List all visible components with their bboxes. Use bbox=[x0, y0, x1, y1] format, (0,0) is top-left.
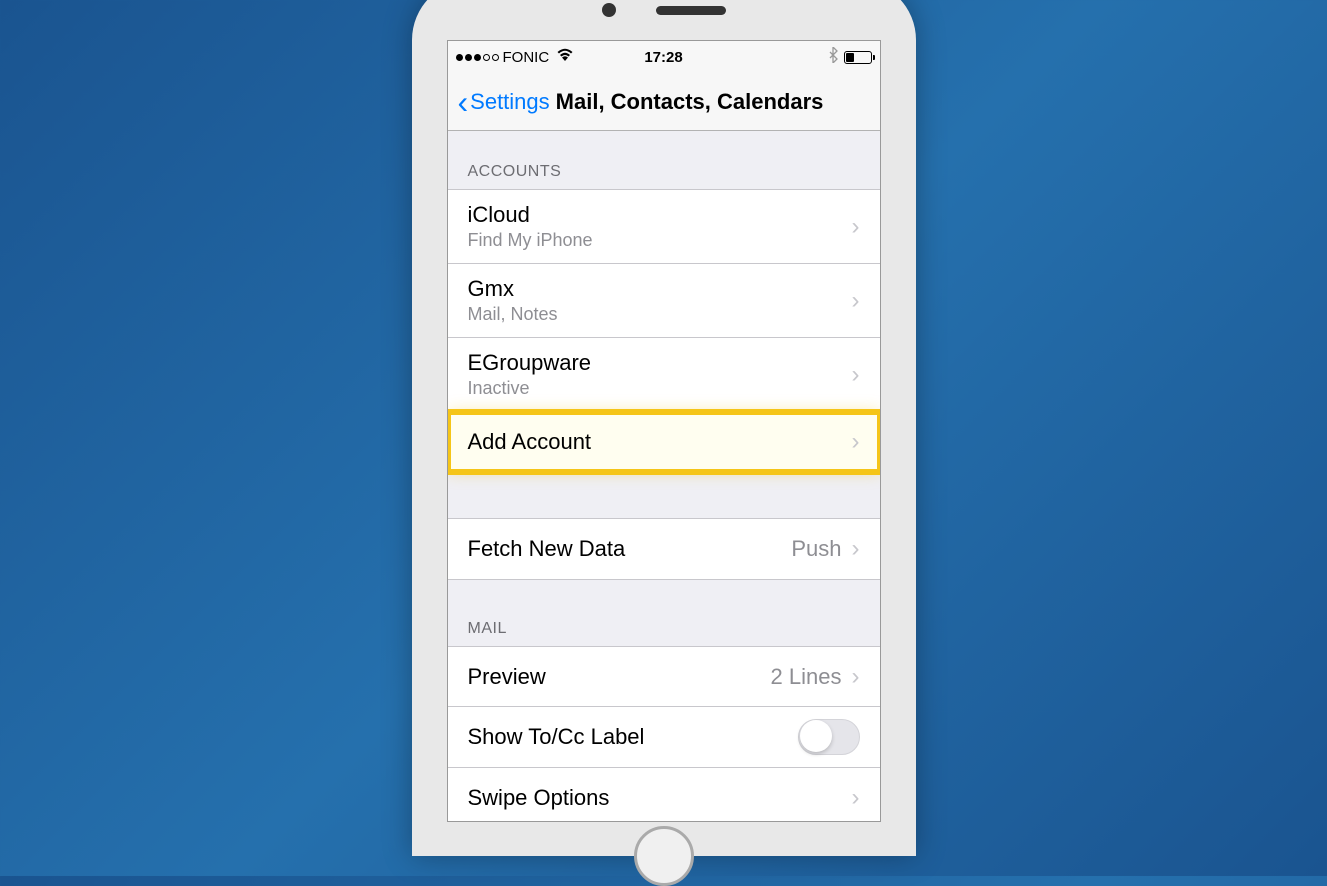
account-title: Gmx bbox=[468, 276, 558, 302]
status-bar-time: 17:28 bbox=[644, 49, 682, 66]
navigation-bar: ‹ Settings Mail, Contacts, Calendars bbox=[448, 73, 880, 131]
account-item-egroupware[interactable]: EGroupware Inactive › bbox=[448, 338, 880, 412]
account-title: EGroupware bbox=[468, 350, 592, 376]
accounts-section-header: ACCOUNTS bbox=[448, 131, 880, 189]
chevron-right-icon: › bbox=[852, 428, 860, 456]
back-label: Settings bbox=[470, 89, 550, 115]
accounts-list: iCloud Find My iPhone › Gmx Mail, Notes … bbox=[448, 189, 880, 473]
account-subtitle: Inactive bbox=[468, 378, 592, 399]
fetch-value: Push bbox=[791, 536, 841, 562]
account-subtitle: Mail, Notes bbox=[468, 304, 558, 325]
camera-dot bbox=[602, 3, 616, 17]
mail-settings-list: Preview 2 Lines › Show To/Cc Label Swipe… bbox=[448, 646, 880, 821]
bluetooth-icon bbox=[828, 47, 838, 67]
swipe-options-item[interactable]: Swipe Options › bbox=[448, 768, 880, 821]
fetch-new-data-item[interactable]: Fetch New Data Push › bbox=[448, 519, 880, 579]
preview-label: Preview bbox=[468, 664, 546, 690]
chevron-right-icon: › bbox=[852, 213, 860, 241]
chevron-right-icon: › bbox=[852, 784, 860, 812]
account-title: iCloud bbox=[468, 202, 593, 228]
carrier-label: FONIC bbox=[503, 49, 550, 66]
speaker-grille bbox=[656, 6, 726, 15]
status-bar-left: FONIC bbox=[456, 48, 575, 67]
phone-frame: FONIC 17:28 ‹ Settings Mail, Contac bbox=[412, 0, 916, 856]
toggle-knob bbox=[800, 720, 832, 752]
swipe-options-label: Swipe Options bbox=[468, 785, 610, 811]
add-account-label: Add Account bbox=[468, 429, 592, 455]
home-button[interactable] bbox=[634, 826, 694, 886]
show-to-cc-item[interactable]: Show To/Cc Label bbox=[448, 707, 880, 768]
status-bar-right bbox=[828, 47, 872, 67]
show-to-cc-toggle[interactable] bbox=[798, 719, 860, 755]
chevron-right-icon: › bbox=[852, 535, 860, 563]
account-item-gmx[interactable]: Gmx Mail, Notes › bbox=[448, 264, 880, 338]
chevron-right-icon: › bbox=[852, 663, 860, 691]
signal-strength-icon bbox=[456, 54, 499, 61]
preview-item[interactable]: Preview 2 Lines › bbox=[448, 647, 880, 707]
add-account-button[interactable]: Add Account › bbox=[448, 412, 880, 472]
chevron-right-icon: › bbox=[852, 361, 860, 389]
battery-icon bbox=[844, 51, 872, 64]
show-to-cc-label: Show To/Cc Label bbox=[468, 724, 645, 750]
phone-screen: FONIC 17:28 ‹ Settings Mail, Contac bbox=[447, 40, 881, 822]
account-item-icloud[interactable]: iCloud Find My iPhone › bbox=[448, 190, 880, 264]
chevron-right-icon: › bbox=[852, 287, 860, 315]
back-button[interactable]: ‹ Settings bbox=[458, 86, 550, 118]
mail-section-header: MAIL bbox=[448, 580, 880, 646]
wifi-icon bbox=[556, 48, 574, 67]
settings-content: ACCOUNTS iCloud Find My iPhone › Gmx Mai… bbox=[448, 131, 880, 821]
page-title: Mail, Contacts, Calendars bbox=[556, 89, 824, 115]
phone-hardware-top bbox=[447, 0, 881, 40]
status-bar: FONIC 17:28 bbox=[448, 41, 880, 73]
fetch-group: Fetch New Data Push › bbox=[448, 518, 880, 580]
preview-value: 2 Lines bbox=[771, 664, 842, 690]
fetch-label: Fetch New Data bbox=[468, 536, 626, 562]
chevron-left-icon: ‹ bbox=[458, 86, 469, 118]
account-subtitle: Find My iPhone bbox=[468, 230, 593, 251]
